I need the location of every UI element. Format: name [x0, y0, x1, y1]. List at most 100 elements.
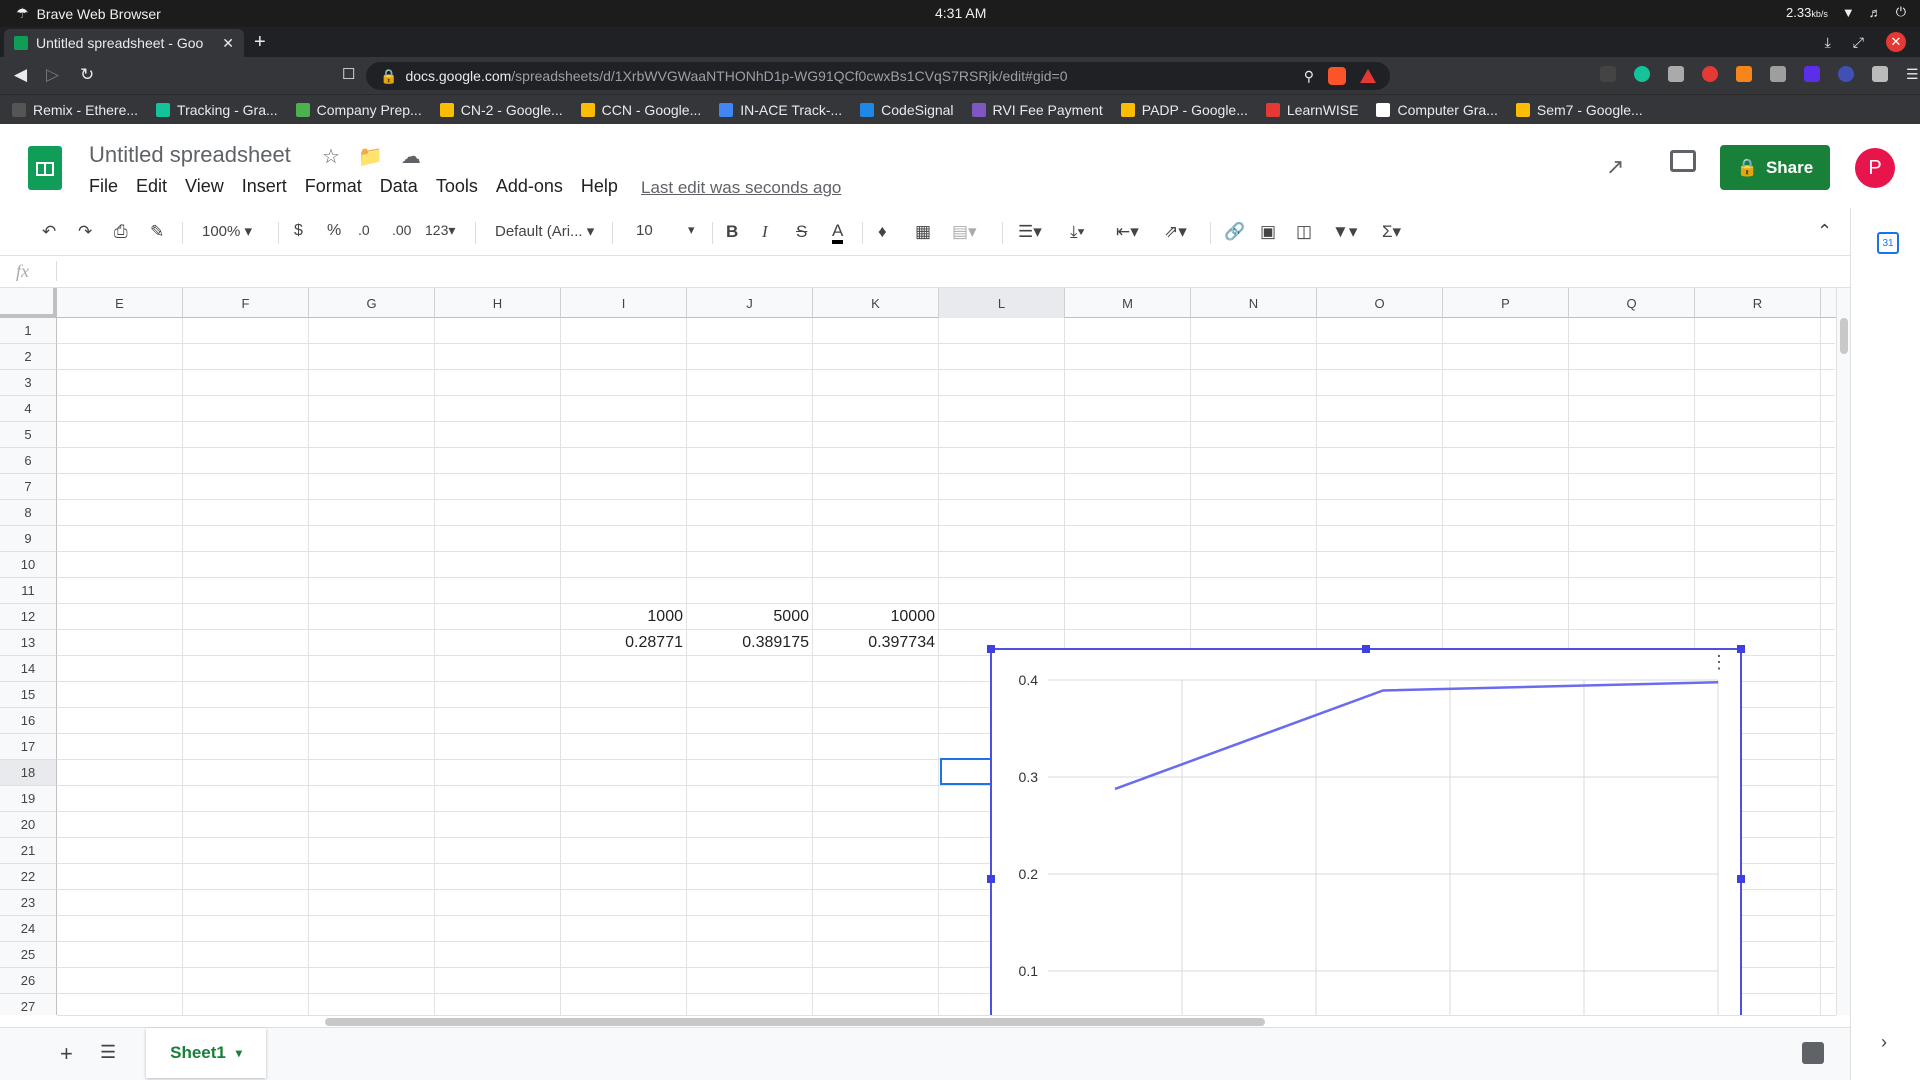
bookmark-item[interactable]: Sem7 - Google... [1515, 102, 1643, 118]
strikethrough-button[interactable]: S [796, 222, 807, 242]
row-header-21[interactable]: 21 [0, 838, 57, 864]
menu-file[interactable]: File [89, 176, 118, 197]
font-size-dropdown-icon[interactable]: ▾ [688, 222, 695, 238]
paint-format-icon[interactable]: ✎ [150, 222, 164, 242]
menu-format[interactable]: Format [305, 176, 362, 197]
sheets-logo-icon[interactable] [28, 146, 62, 190]
resize-handle[interactable] [987, 645, 995, 653]
borders-icon[interactable]: ▦ [915, 222, 931, 242]
text-wrapping-icon[interactable]: ⇤▾ [1116, 222, 1139, 242]
decrease-decimal-button[interactable]: .0 [358, 222, 370, 238]
bookmark-item[interactable]: CCN - Google... [580, 102, 701, 118]
bookmark-item[interactable]: RVI Fee Payment [971, 102, 1103, 118]
cell-i13[interactable]: 0.28771 [561, 630, 687, 656]
bookmark-item[interactable]: LearnWISE [1265, 102, 1358, 118]
vertical-scroll-thumb[interactable] [1840, 318, 1848, 354]
column-header-f[interactable]: F [183, 288, 309, 318]
column-header-n[interactable]: N [1191, 288, 1317, 318]
select-all-corner[interactable] [0, 288, 57, 318]
grammarly-icon[interactable] [1634, 66, 1650, 82]
currency-format-button[interactable]: $ [294, 222, 303, 240]
brave-rewards-icon[interactable] [1360, 69, 1376, 83]
fill-color-icon[interactable]: ♦ [878, 222, 887, 242]
row-header-18[interactable]: 18 [0, 760, 57, 786]
chart-menu-icon[interactable]: ⋮ [1710, 653, 1728, 671]
menu-addons[interactable]: Add-ons [496, 176, 563, 197]
activity-trend-icon[interactable]: ↗ [1606, 154, 1624, 180]
font-family-select[interactable]: Default (Ari... ▾ [495, 222, 594, 240]
embedded-chart[interactable]: 0.00.10.20.30.4200040006000800010000 ⋮ [987, 645, 1745, 1015]
extension-icon[interactable] [1668, 66, 1684, 82]
row-header-10[interactable]: 10 [0, 552, 57, 578]
cell-i12[interactable]: 1000 [561, 604, 687, 630]
column-header-r[interactable]: R [1695, 288, 1821, 318]
explore-icon[interactable] [1802, 1042, 1824, 1064]
menu-edit[interactable]: Edit [136, 176, 167, 197]
column-header-l[interactable]: L [939, 288, 1065, 318]
bookmark-item[interactable]: Computer Gra... [1376, 102, 1498, 118]
menu-help[interactable]: Help [581, 176, 618, 197]
functions-icon[interactable]: Σ▾ [1382, 222, 1401, 242]
add-sheet-button[interactable]: + [60, 1041, 73, 1067]
horizontal-align-icon[interactable]: ☰▾ [1018, 222, 1042, 242]
power-icon[interactable]: ⏻ [1896, 4, 1906, 20]
vertical-align-icon[interactable]: ⤓▾ [1070, 222, 1085, 242]
row-header-4[interactable]: 4 [0, 396, 57, 422]
star-icon[interactable]: ☆ [322, 144, 340, 169]
volume-icon[interactable]: ♬ [1869, 5, 1882, 20]
active-cell-cursor[interactable] [940, 758, 994, 785]
calendar-icon[interactable]: 31 [1877, 232, 1899, 254]
menu-view[interactable]: View [185, 176, 224, 197]
move-folder-icon[interactable]: 📁 [358, 144, 383, 169]
row-header-14[interactable]: 14 [0, 656, 57, 682]
download-icon[interactable]: ⤓ [1825, 34, 1831, 51]
text-rotation-icon[interactable]: ⇗▾ [1164, 222, 1187, 242]
expand-side-panel-icon[interactable]: › [1881, 1032, 1887, 1053]
menu-icon[interactable]: ☰ [1906, 66, 1920, 82]
row-header-8[interactable]: 8 [0, 500, 57, 526]
menu-insert[interactable]: Insert [242, 176, 287, 197]
extension-icon[interactable] [1838, 66, 1854, 82]
row-header-5[interactable]: 5 [0, 422, 57, 448]
extension-icon[interactable] [1702, 66, 1718, 82]
share-button[interactable]: 🔒 Share [1720, 145, 1830, 190]
row-header-1[interactable]: 1 [0, 318, 57, 344]
bookmark-item[interactable]: CodeSignal [860, 102, 954, 118]
zoom-select[interactable]: 100% ▾ [202, 222, 252, 240]
close-tab-icon[interactable]: ✕ [222, 35, 234, 52]
bold-button[interactable]: B [726, 222, 738, 242]
row-header-24[interactable]: 24 [0, 916, 57, 942]
resize-handle[interactable] [1737, 645, 1745, 653]
row-header-26[interactable]: 26 [0, 968, 57, 994]
column-header-p[interactable]: P [1443, 288, 1569, 318]
wifi-icon[interactable]: ▼ [1842, 5, 1855, 20]
row-header-2[interactable]: 2 [0, 344, 57, 370]
insert-link-icon[interactable]: 🔗 [1224, 222, 1245, 242]
row-header-6[interactable]: 6 [0, 448, 57, 474]
zoom-icon[interactable]: ⚲ [1304, 68, 1314, 85]
column-header-q[interactable]: Q [1569, 288, 1695, 318]
vertical-scrollbar[interactable] [1836, 288, 1850, 1015]
filter-icon[interactable]: ▼▾ [1332, 222, 1357, 242]
row-header-11[interactable]: 11 [0, 578, 57, 604]
merge-cells-icon[interactable]: ▤▾ [952, 222, 977, 242]
bookmark-item[interactable]: CN-2 - Google... [439, 102, 563, 118]
reload-icon[interactable]: ↻ [80, 65, 94, 85]
bookmark-item[interactable]: Tracking - Gra... [156, 102, 278, 118]
row-header-7[interactable]: 7 [0, 474, 57, 500]
new-tab-button[interactable]: + [254, 31, 266, 54]
bookmark-item[interactable]: PADP - Google... [1120, 102, 1248, 118]
italic-button[interactable]: I [762, 222, 768, 242]
row-header-19[interactable]: 19 [0, 786, 57, 812]
row-header-17[interactable]: 17 [0, 734, 57, 760]
row-header-12[interactable]: 12 [0, 604, 57, 630]
print-icon[interactable]: ⎙ [114, 222, 128, 242]
bookmark-item[interactable]: Company Prep... [295, 102, 422, 118]
increase-decimal-button[interactable]: .00 [392, 222, 411, 238]
row-header-20[interactable]: 20 [0, 812, 57, 838]
browser-tab[interactable]: Untitled spreadsheet - Goo ✕ [4, 29, 244, 57]
restore-window-icon[interactable]: ⤢ [1853, 34, 1864, 51]
system-tray[interactable]: 2.33kb/s ▼ ♬ ⏻ [1786, 4, 1906, 20]
insert-comment-icon[interactable]: ▣ [1260, 222, 1276, 242]
column-header-m[interactable]: M [1065, 288, 1191, 318]
